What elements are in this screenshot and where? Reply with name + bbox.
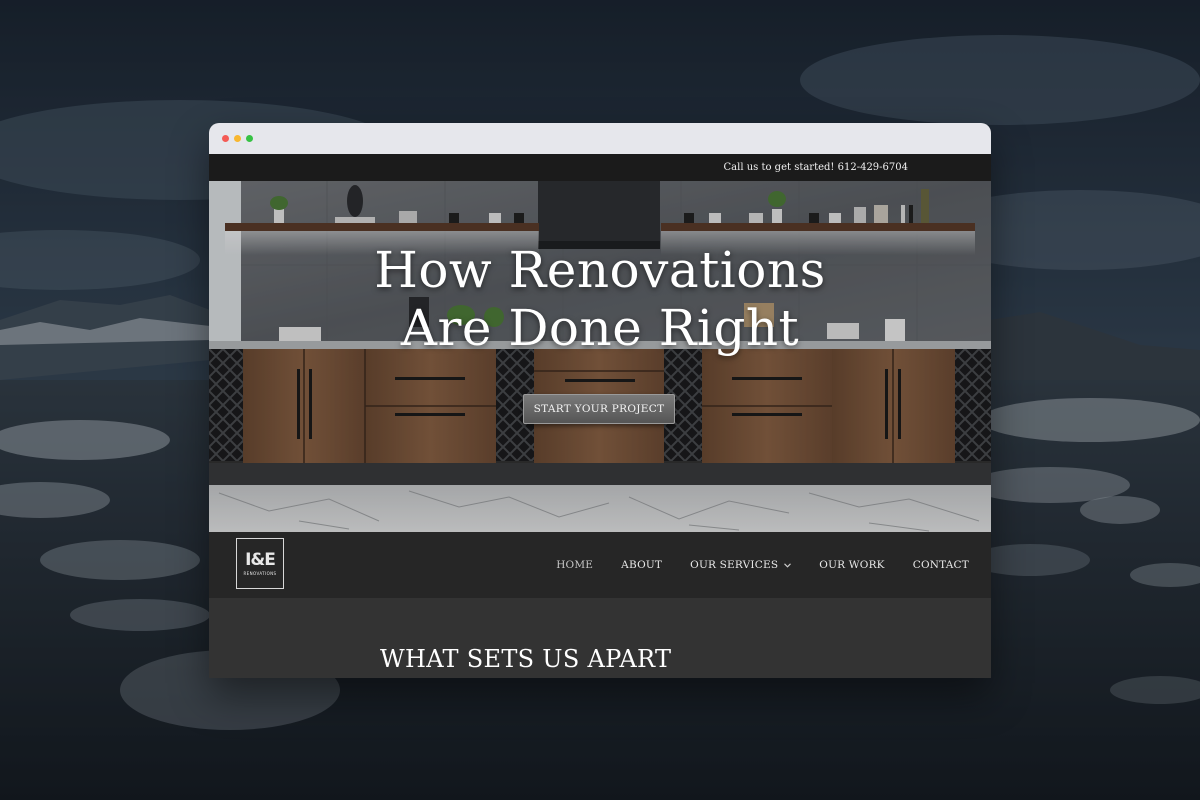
section-title: WHAT SETS US APART [380,645,672,673]
start-your-project-button[interactable]: START YOUR PROJECT [523,394,675,424]
hero-section: How Renovations Are Done Right START YOU… [209,181,991,532]
hero-title: How Renovations Are Done Right [209,241,991,357]
chevron-down-icon[interactable] [784,561,792,570]
hero-title-line-1: How Renovations [374,241,826,299]
logo-subtitle: RENOVATIONS [243,571,277,576]
nav-item-our-services[interactable]: OUR SERVICES [690,559,792,571]
company-logo[interactable]: I&E RENOVATIONS [236,538,284,589]
nav-item-label: HOME [556,559,594,571]
main-navbar: I&E RENOVATIONS HOME ABOUT OUR SERVICES … [209,532,991,598]
browser-chrome-bar [209,123,991,154]
nav-menu: HOME ABOUT OUR SERVICES OUR WORK CONTACT [556,532,969,598]
window-minimize-dot[interactable] [234,135,241,142]
browser-window: Call us to get started! 612-429-6704 How… [209,123,991,678]
top-contact-bar: Call us to get started! 612-429-6704 [209,154,991,181]
nav-item-label: CONTACT [912,559,969,571]
nav-item-about[interactable]: ABOUT [621,559,662,571]
call-us-text[interactable]: Call us to get started! 612-429-6704 [724,162,908,173]
window-close-dot[interactable] [222,135,229,142]
nav-item-label: OUR SERVICES [690,559,779,571]
nav-item-label: OUR WORK [819,559,885,571]
window-maximize-dot[interactable] [246,135,253,142]
logo-mark: I&E [245,550,276,570]
hero-title-line-2: Are Done Right [400,299,800,357]
nav-item-label: ABOUT [621,559,663,571]
nav-item-our-work[interactable]: OUR WORK [819,559,884,571]
nav-item-contact[interactable]: CONTACT [913,559,969,571]
nav-item-home[interactable]: HOME [556,559,593,571]
what-sets-us-apart-section: WHAT SETS US APART [209,598,991,678]
